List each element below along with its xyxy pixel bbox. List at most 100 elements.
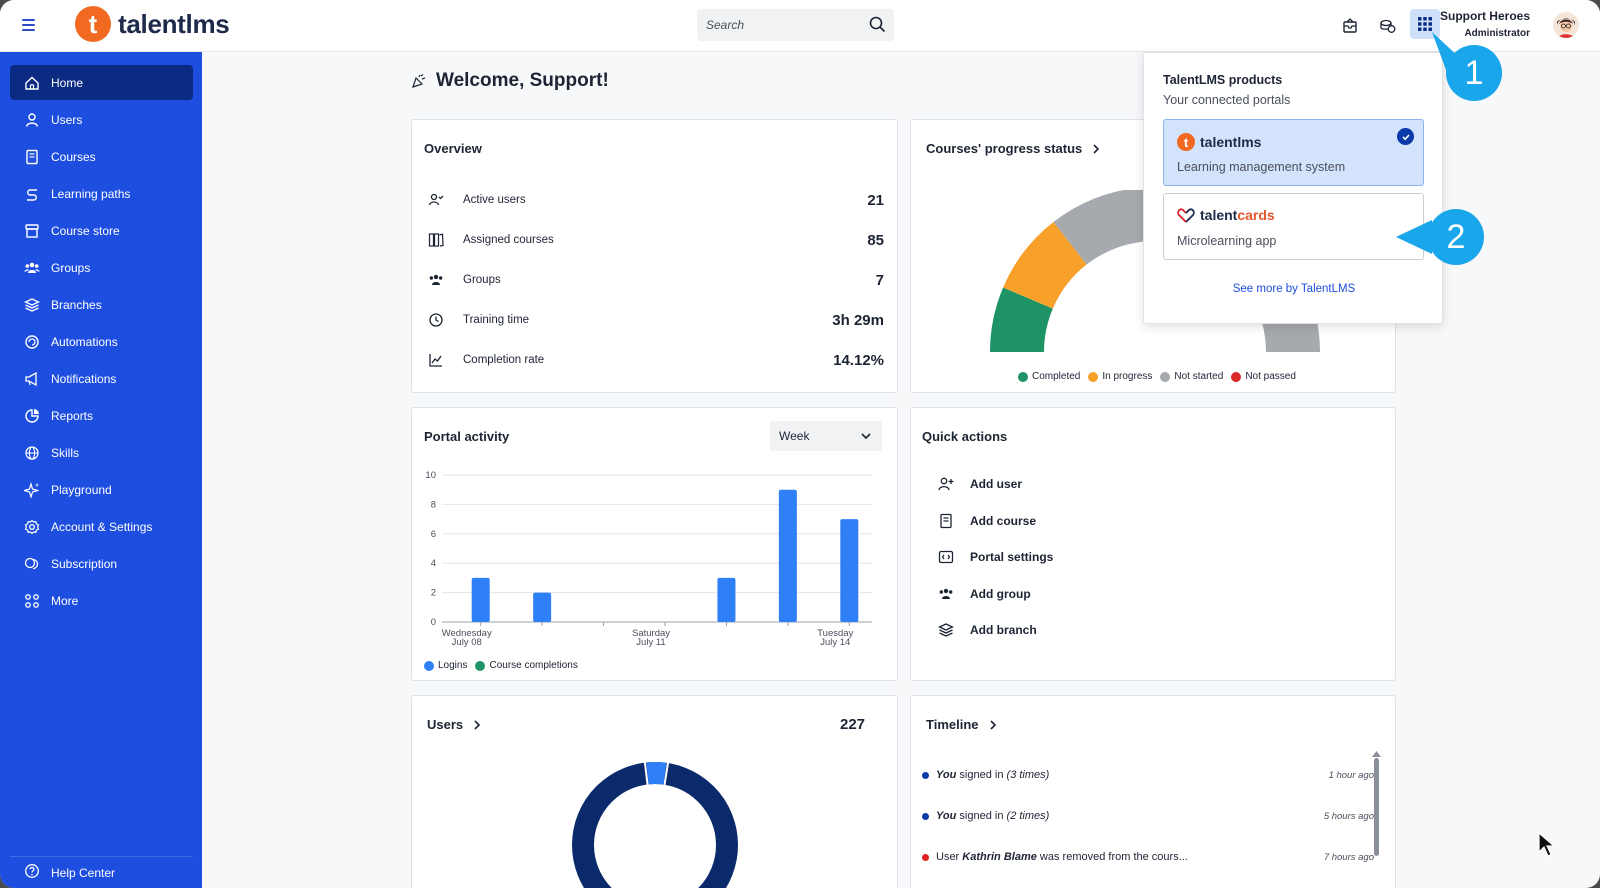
products-menu-subtitle: Your connected portals	[1163, 93, 1291, 107]
x-tick-label: July 08	[452, 637, 482, 648]
quick-action-add-group[interactable]: Add group	[937, 583, 1031, 605]
product-name-a: talent	[1200, 207, 1238, 223]
sidebar-item-branches[interactable]: Branches	[10, 287, 193, 322]
page-title: Welcome, Support!	[436, 70, 609, 91]
event-text: signed in	[956, 769, 1007, 781]
event-extra: (2 times)	[1006, 810, 1050, 822]
product-name-b: cards	[1237, 207, 1275, 223]
sidebar-item-label: Home	[51, 75, 84, 90]
help-icon	[24, 863, 40, 882]
sidebar-item-home[interactable]: Home	[10, 65, 193, 100]
event-actor: You	[936, 769, 957, 781]
timeline-event[interactable]: You signed in (3 times) 1 hour ago	[922, 766, 1374, 784]
status-dot	[922, 771, 929, 779]
timeline-event[interactable]: User Kathrin Blame was removed from the …	[922, 848, 1374, 866]
sidebar-item-automations[interactable]: Automations	[10, 324, 193, 359]
chevron-right-icon	[989, 719, 996, 730]
progress-title-link[interactable]: Courses' progress status	[926, 141, 1103, 156]
assigned-courses-icon	[427, 232, 445, 248]
chevron-down-icon	[861, 433, 871, 440]
period-select[interactable]: Week	[770, 421, 882, 451]
legend-label: Course completions	[489, 660, 578, 671]
add-user-icon	[937, 476, 955, 492]
progress-title: Courses' progress status	[926, 141, 1083, 156]
y-tick-label: 6	[431, 529, 436, 540]
sidebar-item-label: Skills	[51, 445, 80, 460]
user-icon	[24, 112, 40, 128]
sidebar-item-label: More	[51, 593, 79, 608]
users-count: 227	[840, 716, 866, 733]
apps-grid-icon	[1418, 17, 1432, 31]
progress-legend: Completed In progress Not started Not passe…	[1018, 371, 1304, 382]
overview-row: Active users 21	[427, 188, 884, 212]
product-talentlms[interactable]: t talentlms Learning management system	[1163, 119, 1424, 186]
users-title-link[interactable]: Users	[427, 717, 484, 732]
user-name: Support Heroes	[1439, 9, 1530, 23]
sidebar-item-account-settings[interactable]: Account & Settings	[10, 509, 193, 544]
event-actor: Kathrin Blame	[962, 851, 1037, 863]
sidebar-item-label: Automations	[51, 334, 118, 349]
messages-icon[interactable]	[1336, 12, 1364, 40]
sidebar: Home Users Courses Learning paths Course sto…	[0, 52, 202, 888]
see-more-link[interactable]: See more by TalentLMS	[1144, 283, 1444, 295]
sidebar-item-label: Learning paths	[51, 186, 131, 201]
brand-name: talentlms	[118, 8, 230, 39]
timeline-scrollbar[interactable]	[1374, 758, 1379, 856]
legend-label: In progress	[1102, 371, 1153, 382]
groups-icon	[24, 260, 40, 276]
event-prefix: User	[936, 851, 963, 863]
y-tick-label: 2	[431, 588, 436, 599]
sidebar-item-playground[interactable]: Playground	[10, 472, 193, 507]
sidebar-item-label: Users	[51, 112, 83, 127]
sidebar-item-label: Notifications	[51, 371, 117, 386]
product-talentcards[interactable]: talent cards Microlearning app	[1163, 193, 1424, 260]
status-dot	[922, 812, 929, 820]
donut-ring	[572, 762, 738, 888]
product-desc: Learning management system	[1177, 160, 1346, 174]
help-center-link[interactable]: Help Center	[10, 856, 193, 888]
period-value: Week	[779, 429, 810, 443]
sidebar-item-notifications[interactable]: Notifications	[10, 361, 193, 396]
bar-logins	[717, 577, 736, 622]
scroll-up-icon[interactable]	[1372, 751, 1381, 757]
sidebar-item-users[interactable]: Users	[10, 102, 193, 137]
quick-action-label: Add group	[970, 586, 1031, 601]
sidebar-item-learning-paths[interactable]: Learning paths	[10, 176, 193, 211]
y-tick-label: 10	[425, 470, 436, 481]
chevron-right-icon	[1093, 143, 1100, 154]
brand-logo[interactable]: t talentlms	[75, 6, 230, 42]
event-text: signed in	[956, 810, 1007, 822]
quick-action-add-course[interactable]: Add course	[937, 510, 1036, 532]
sidebar-item-label: Courses	[51, 149, 96, 164]
overview-label: Groups	[463, 274, 501, 286]
quick-action-add-branch[interactable]: Add branch	[937, 619, 1037, 641]
menu-icon[interactable]	[22, 16, 42, 36]
search-icon[interactable]	[869, 16, 886, 38]
sidebar-item-more[interactable]: More	[10, 583, 193, 618]
legend-label: Completed	[1032, 371, 1081, 382]
quick-action-portal-settings[interactable]: Portal settings	[937, 546, 1053, 568]
search-placeholder: Search	[706, 18, 745, 32]
event-time: 5 hours ago	[1323, 810, 1374, 822]
sidebar-item-course-store[interactable]: Course store	[10, 213, 193, 248]
sidebar-item-reports[interactable]: Reports	[10, 398, 193, 433]
overview-label: Assigned courses	[463, 234, 554, 246]
help-center-label: Help Center	[51, 865, 116, 880]
sidebar-item-courses[interactable]: Courses	[10, 139, 193, 174]
event-time: 1 hour ago	[1328, 769, 1374, 781]
sidebar-item-skills[interactable]: Skills	[10, 435, 193, 470]
layers-icon	[24, 297, 40, 313]
timeline-title-link[interactable]: Timeline	[926, 717, 1000, 732]
sidebar-item-label: Account & Settings	[51, 519, 153, 534]
quick-action-add-user[interactable]: Add user	[937, 473, 1022, 495]
welcome-heading: Welcome, Support!	[412, 70, 609, 92]
credits-icon[interactable]	[1373, 12, 1401, 40]
avatar[interactable]	[1553, 12, 1579, 38]
search-input[interactable]: Search	[697, 9, 894, 41]
sidebar-item-label: Playground	[51, 482, 112, 497]
sidebar-item-groups[interactable]: Groups	[10, 250, 193, 285]
trend-chart-icon	[427, 352, 445, 368]
timeline-event[interactable]: You signed in (2 times) 5 hours ago	[922, 807, 1374, 825]
sidebar-item-subscription[interactable]: Subscription	[10, 546, 193, 581]
automation-icon	[24, 334, 40, 350]
